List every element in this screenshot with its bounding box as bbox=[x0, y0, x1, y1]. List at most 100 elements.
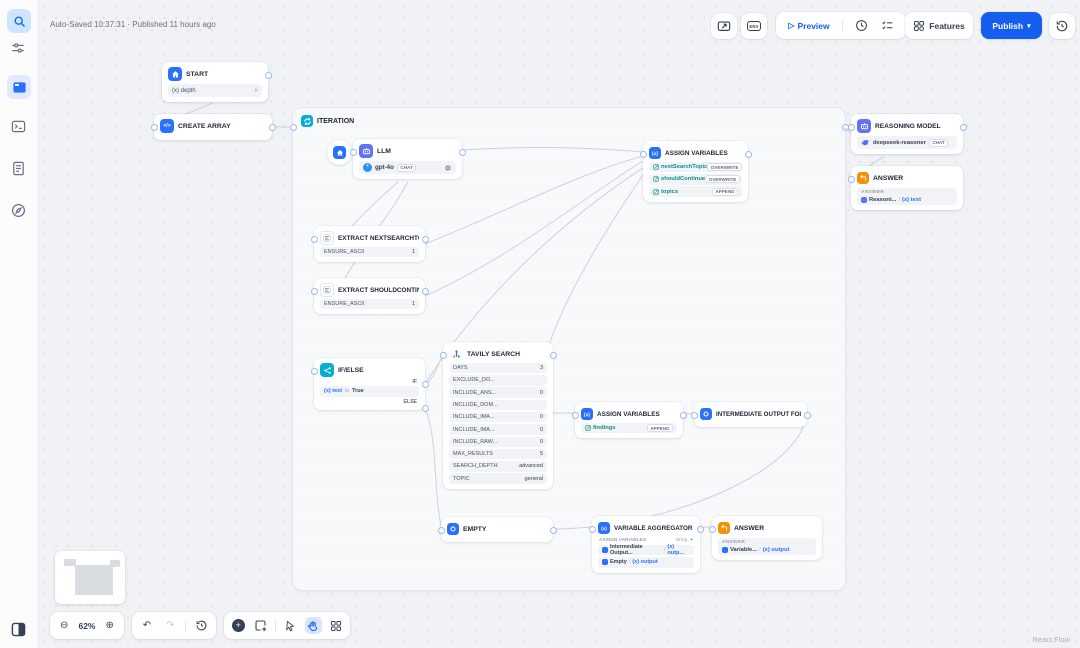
auto-layout-button[interactable] bbox=[327, 617, 344, 634]
node-create-array[interactable]: </> CREATE ARRAY bbox=[154, 114, 272, 140]
node-reasoning-model[interactable]: REASONING MODEL deepseek-reasoner CHAT bbox=[851, 114, 963, 154]
node-output-handle[interactable] bbox=[459, 149, 466, 156]
assign-variables-icon: {x} bbox=[649, 147, 661, 159]
sidebar-item-logs[interactable] bbox=[11, 161, 27, 177]
sidebar-item-monitoring[interactable] bbox=[11, 203, 27, 219]
if-output-handle[interactable] bbox=[422, 381, 429, 388]
node-input-handle[interactable] bbox=[151, 124, 158, 131]
node-empty[interactable]: EMPTY bbox=[441, 517, 553, 542]
open-app-button[interactable] bbox=[711, 13, 737, 39]
add-node-button[interactable]: + bbox=[230, 617, 247, 634]
iteration-input-handle[interactable] bbox=[290, 124, 297, 131]
node-input-handle[interactable] bbox=[311, 288, 318, 295]
else-output-handle[interactable] bbox=[422, 405, 429, 412]
add-variable-icon[interactable]: + bbox=[690, 538, 693, 543]
node-intermediate-output[interactable]: INTERMEDIATE OUTPUT FOI bbox=[694, 402, 807, 427]
app-logo[interactable] bbox=[7, 9, 31, 33]
sidebar-collapse-icon[interactable] bbox=[11, 622, 27, 638]
node-output-handle[interactable] bbox=[960, 124, 967, 131]
node-input-handle[interactable] bbox=[640, 151, 647, 158]
write-icon bbox=[653, 189, 659, 195]
sidebar-item-orchestrate[interactable] bbox=[7, 75, 31, 99]
env-button[interactable]: ENV bbox=[741, 13, 767, 39]
assign-variables-icon: {x} bbox=[581, 408, 593, 420]
node-assign-variables-mid[interactable]: {x} ASSIGN VARIABLES findings APPEND bbox=[575, 402, 683, 438]
op-badge: APPEND bbox=[712, 188, 738, 196]
gear-icon[interactable] bbox=[444, 164, 452, 172]
node-llm[interactable]: LLM * gpt-4o CHAT bbox=[353, 139, 462, 179]
node-output-handle[interactable] bbox=[697, 526, 704, 533]
node-input-handle[interactable] bbox=[440, 352, 447, 359]
preview-button[interactable]: ▷ Preview bbox=[788, 21, 829, 31]
zoom-in-button[interactable]: ⊕ bbox=[101, 617, 118, 634]
divider bbox=[842, 20, 843, 32]
node-output-handle[interactable] bbox=[269, 124, 276, 131]
number-type-icon: # bbox=[255, 88, 258, 94]
checklist-button[interactable] bbox=[881, 19, 894, 32]
param-row: DAYS3 bbox=[449, 363, 547, 374]
node-extract-nextsearchtopic[interactable]: EXTRACT NEXTSEARCHTOP ENSURE_ASCII1 bbox=[314, 226, 425, 262]
change-history-button[interactable] bbox=[193, 617, 210, 634]
node-assign-variables-top[interactable]: {x} ASSIGN VARIABLES nextSearchTopic OVE… bbox=[643, 141, 748, 202]
features-icon bbox=[913, 20, 925, 32]
minimap-node bbox=[75, 565, 113, 595]
hand-tool-button[interactable] bbox=[305, 617, 322, 634]
add-note-button[interactable] bbox=[252, 617, 269, 634]
answer-content-block: ANSWER Variable... / (x) output bbox=[718, 538, 816, 555]
node-output-handle[interactable] bbox=[745, 151, 752, 158]
node-tavily-search[interactable]: TAVILY SEARCH DAYS3 EXCLUDE_DO... INCLUD… bbox=[443, 342, 553, 489]
node-input-handle[interactable] bbox=[848, 176, 855, 183]
chat-badge: CHAT bbox=[929, 139, 948, 147]
node-input-handle[interactable] bbox=[572, 412, 579, 419]
node-input-handle[interactable] bbox=[709, 526, 716, 533]
undo-button[interactable]: ↶ bbox=[138, 617, 155, 634]
node-variable-aggregator[interactable]: (x) VARIABLE AGGREGATOR ASSIGN VARIABLES… bbox=[592, 516, 700, 573]
llm-model-row[interactable]: deepseek-reasoner CHAT bbox=[857, 136, 957, 149]
sidebar-item-api[interactable] bbox=[11, 119, 27, 135]
node-output-handle[interactable] bbox=[804, 412, 811, 419]
node-input-handle[interactable] bbox=[691, 412, 698, 419]
answer-icon bbox=[718, 522, 730, 534]
version-history-button[interactable] bbox=[1049, 13, 1075, 39]
sliders-icon[interactable] bbox=[11, 41, 27, 57]
template-icon bbox=[447, 523, 459, 535]
answer-icon bbox=[857, 172, 869, 184]
node-input-handle[interactable] bbox=[589, 526, 596, 533]
iteration-start-node[interactable] bbox=[327, 140, 352, 165]
node-output-handle[interactable] bbox=[422, 236, 429, 243]
publish-button[interactable]: Publish ▾ bbox=[981, 12, 1042, 39]
pointer-tool-button[interactable] bbox=[282, 617, 299, 634]
template-icon bbox=[700, 408, 712, 420]
node-input-handle[interactable] bbox=[350, 149, 357, 156]
zoom-out-button[interactable]: ⊖ bbox=[56, 617, 73, 634]
node-input-handle[interactable] bbox=[311, 236, 318, 243]
app-sidebar bbox=[0, 0, 39, 648]
llm-model-row[interactable]: * gpt-4o CHAT bbox=[359, 161, 456, 174]
iteration-icon bbox=[301, 115, 313, 127]
zoom-level[interactable]: 62% bbox=[78, 621, 95, 631]
run-history-button[interactable] bbox=[855, 19, 868, 32]
op-badge: OVERWRITE bbox=[705, 175, 740, 183]
condition-row: (x) text is True bbox=[320, 386, 419, 397]
node-ifelse[interactable]: IF/ELSE IF (x) text is True ELSE bbox=[314, 358, 425, 410]
node-output-handle[interactable] bbox=[550, 352, 557, 359]
node-input-handle[interactable] bbox=[311, 368, 318, 375]
react-flow-attribution[interactable]: React Flow bbox=[1032, 635, 1070, 644]
minimap[interactable] bbox=[55, 551, 125, 604]
write-icon bbox=[585, 425, 591, 431]
features-button[interactable]: Features bbox=[905, 12, 973, 39]
node-extract-shouldcontinue[interactable]: EXTRACT SHOULDCONTINU ENSURE_ASCII1 bbox=[314, 278, 425, 314]
node-output-handle[interactable] bbox=[265, 72, 272, 79]
node-input-handle[interactable] bbox=[438, 527, 445, 534]
redo-button[interactable]: ↷ bbox=[162, 617, 179, 634]
node-output-handle[interactable] bbox=[550, 527, 557, 534]
chat-badge: CHAT bbox=[397, 164, 416, 172]
node-answer-loop[interactable]: ANSWER ANSWER Variable... / (x) output bbox=[712, 516, 822, 560]
param-row: EXCLUDE_DO... bbox=[449, 375, 547, 386]
node-output-handle[interactable] bbox=[680, 412, 687, 419]
node-input-handle[interactable] bbox=[848, 124, 855, 131]
node-answer-final[interactable]: ANSWER ANSWER Reasoni... / (x) text bbox=[851, 166, 963, 210]
node-output-handle[interactable] bbox=[422, 288, 429, 295]
node-start[interactable]: START (x) depth # bbox=[162, 62, 268, 102]
home-icon bbox=[333, 146, 346, 159]
